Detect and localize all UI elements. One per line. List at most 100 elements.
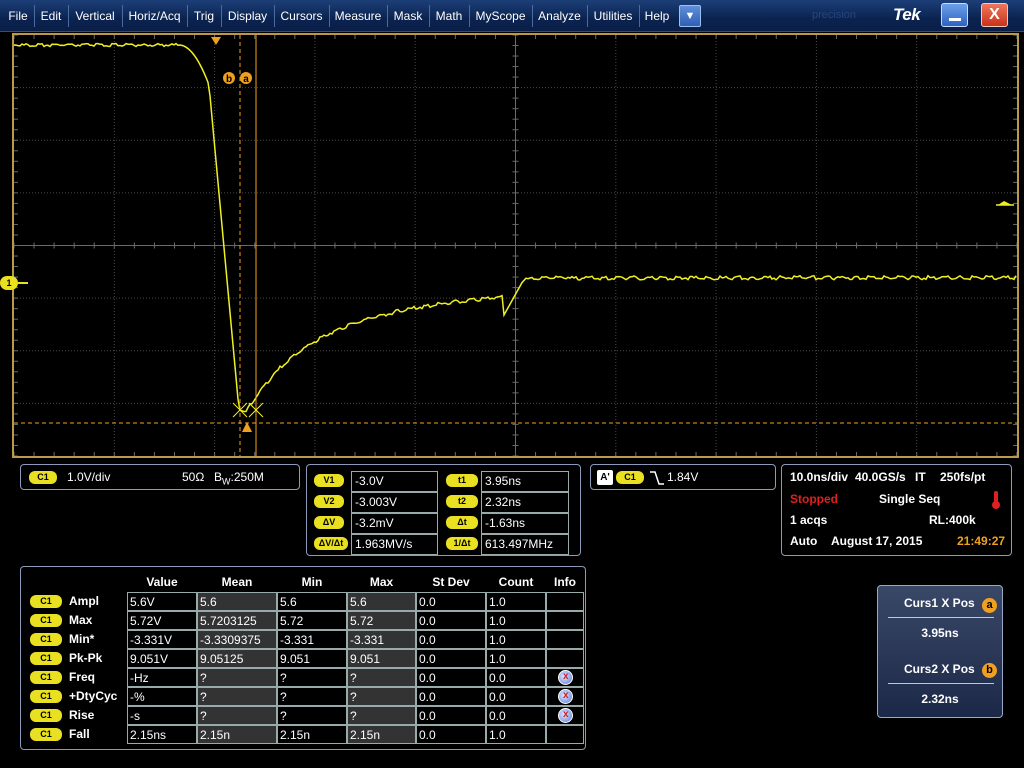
menu-measure[interactable]: Measure <box>330 0 386 32</box>
falling-edge-icon <box>650 471 664 485</box>
cursor-a-badge[interactable]: a <box>240 72 252 85</box>
minimize-button[interactable] <box>941 3 968 27</box>
measurement-cell-stdev: 0.0 <box>416 592 486 611</box>
menu-trig[interactable]: Trig <box>188 0 220 32</box>
curs2-title: Curs2 X Pos <box>904 662 975 676</box>
measurement-cell-stdev: 0.0 <box>416 611 486 630</box>
measurement-name[interactable]: Ampl <box>69 594 99 608</box>
measurement-name[interactable]: Min* <box>69 632 94 646</box>
cursor-position-marker[interactable] <box>242 422 252 432</box>
menu-myscope[interactable]: MyScope <box>470 0 531 32</box>
chevron-down-icon[interactable]: ▼ <box>679 5 701 27</box>
measurement-name[interactable]: Freq <box>69 670 95 684</box>
measurement-cell-min: 5.72 <box>277 611 347 630</box>
measurement-cell-max: 2.15n <box>347 725 416 744</box>
sequence-mode: Single Seq <box>879 492 941 506</box>
measurement-cell-mean: ? <box>197 706 277 725</box>
measurement-name[interactable]: Max <box>69 613 92 627</box>
measurement-name[interactable]: +DtyCyc <box>69 689 117 703</box>
vertical-scale: 1.0V/div <box>67 470 111 484</box>
measurement-source-badge: C1 <box>30 690 62 703</box>
measurement-cell-stdev: 0.0 <box>416 649 486 668</box>
tek-logo: Tek <box>893 5 921 24</box>
close-button[interactable]: X <box>981 3 1008 27</box>
measurement-column-header: Count <box>498 575 534 589</box>
measurement-name[interactable]: Pk-Pk <box>69 651 102 665</box>
brand-watermark: precision <box>812 9 857 21</box>
channel-1-panel[interactable]: C1 1.0V/div 50Ω BW:250M <box>20 464 300 490</box>
measurement-source-badge: C1 <box>30 728 62 741</box>
acquisition-time: 21:49:27 <box>957 534 1006 548</box>
measurement-cell-mean: 9.05125 <box>197 649 277 668</box>
cursor-readout-label: ΔV <box>314 516 344 529</box>
menu-mask[interactable]: Mask <box>388 0 428 32</box>
bandwidth-value: :250M <box>230 470 264 484</box>
close-icon: X <box>989 6 1000 23</box>
menu-analyze[interactable]: Analyze <box>533 0 586 32</box>
menu-file[interactable]: File <box>2 0 34 32</box>
waveform-graticule[interactable]: b a <box>12 33 1019 458</box>
measurement-cell-stdev: 0.0 <box>416 630 486 649</box>
curs2-value[interactable]: 2.32ns <box>878 692 1002 706</box>
measurement-cell-value: 9.051V <box>127 649 197 668</box>
measurement-column-header: Mean <box>221 575 253 589</box>
cursor-b-badge[interactable]: b <box>223 72 235 85</box>
menu-math[interactable]: Math <box>430 0 468 32</box>
curs1-value[interactable]: 3.95ns <box>878 626 1002 640</box>
channel-1-ground-marker[interactable]: 1 <box>0 276 18 290</box>
measurement-cell-min: 5.6 <box>277 592 347 611</box>
cursor-readout-label: ΔV/Δt <box>314 537 348 550</box>
cursor-readout-value: 2.32ns <box>481 492 569 513</box>
measurement-cell-value: 5.72V <box>127 611 197 630</box>
measurement-cell-mean: 5.6 <box>197 592 277 611</box>
measurement-cell-max: -3.331 <box>347 630 416 649</box>
cursor-readout-label: Δt <box>446 516 478 529</box>
menu-display[interactable]: Display <box>222 0 273 32</box>
cursor-b-badge: b <box>982 663 997 678</box>
menu-vertical[interactable]: Vertical <box>69 0 121 32</box>
menu-horiz-acq[interactable]: Horiz/Acq <box>123 0 186 32</box>
cursor-readout-value: -3.2mV <box>351 513 438 534</box>
bandwidth-prefix: B <box>214 470 223 484</box>
measurement-name[interactable]: Rise <box>69 708 94 722</box>
warning-info-icon[interactable] <box>558 708 573 723</box>
menu-help[interactable]: Help <box>640 0 674 32</box>
trigger-a-badge: A' <box>597 470 613 485</box>
measurement-cell-info <box>546 630 584 649</box>
measurement-cell-value: -s <box>127 706 197 725</box>
measurement-source-badge: C1 <box>30 614 62 627</box>
cursor-position-panel[interactable]: Curs1 X Pos a 3.95ns Curs2 X Pos b 2.32n… <box>877 585 1003 718</box>
menu-edit[interactable]: Edit <box>35 0 67 32</box>
menu-bar: File Edit Vertical Horiz/Acq Trig Displa… <box>0 0 1024 32</box>
acquisition-panel[interactable]: 10.0ns/div 40.0GS/s IT 250fs/pt Stopped … <box>781 464 1012 556</box>
cursor-readout-label: V2 <box>314 495 344 508</box>
measurement-cell-mean: 5.7203125 <box>197 611 277 630</box>
cursor-readout-label: 1/Δt <box>446 537 478 550</box>
measurement-cell-value: 2.15ns <box>127 725 197 744</box>
measurement-cell-min: ? <box>277 706 347 725</box>
measurement-name[interactable]: Fall <box>69 727 90 741</box>
measurement-cell-mean: ? <box>197 668 277 687</box>
measurement-cell-max: 9.051 <box>347 649 416 668</box>
measurement-cell-max: 5.6 <box>347 592 416 611</box>
measurement-cell-info <box>546 592 584 611</box>
measurement-cell-min: ? <box>277 687 347 706</box>
bandwidth-subscript: W <box>222 476 231 487</box>
measurement-cell-min: ? <box>277 668 347 687</box>
trigger-source-badge: C1 <box>616 471 644 484</box>
measurement-cell-count: 1.0 <box>486 592 546 611</box>
menu-utilities[interactable]: Utilities <box>588 0 638 32</box>
measurement-cell-stdev: 0.0 <box>416 706 486 725</box>
grid <box>14 35 1017 456</box>
menu-cursors[interactable]: Cursors <box>275 0 328 32</box>
measurement-cell-max: 5.72 <box>347 611 416 630</box>
time-resolution: 250fs/pt <box>940 470 986 484</box>
measurement-column-header: Value <box>146 575 178 589</box>
trigger-panel[interactable]: A' C1 1.84V <box>590 464 776 490</box>
warning-info-icon[interactable] <box>558 689 573 704</box>
measurement-cell-max: ? <box>347 687 416 706</box>
warning-info-icon[interactable] <box>558 670 573 685</box>
measurement-cell-mean: -3.3309375 <box>197 630 277 649</box>
trigger-position-marker[interactable] <box>211 37 221 45</box>
measurement-cell-stdev: 0.0 <box>416 725 486 744</box>
